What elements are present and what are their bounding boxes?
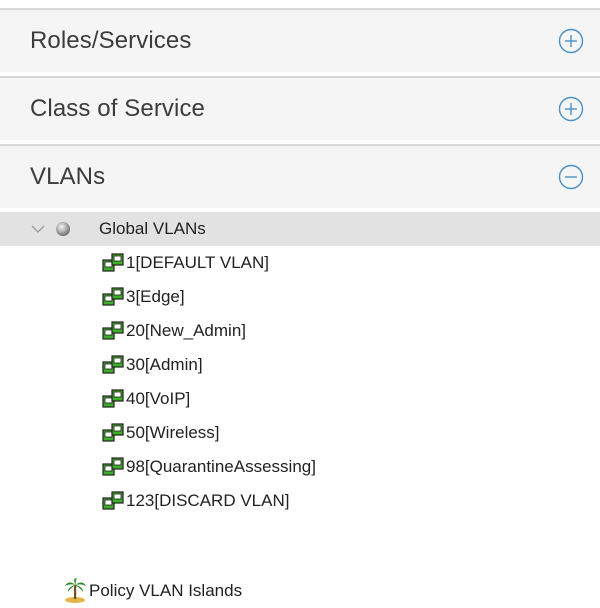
tree-node-label: 1[DEFAULT VLAN] [126, 253, 269, 272]
class-of-service-label: Class of Service [30, 95, 205, 122]
vlan-network-icon [102, 423, 124, 442]
tree-node-vlan[interactable]: 123[DISCARD VLAN] [0, 484, 600, 518]
tree-node-vlan[interactable]: 1[DEFAULT VLAN] [0, 246, 600, 280]
vlan-network-icon [102, 355, 124, 374]
tree-node-policy-vlan-islands[interactable]: Policy VLAN Islands [0, 574, 600, 608]
tree-node-label: 20[New_Admin] [126, 321, 247, 340]
vlan-network-icon [102, 321, 124, 340]
roles-services-label: Roles/Services [30, 27, 192, 54]
tree-node-vlan[interactable]: 20[New_Admin] [0, 314, 600, 348]
tree-node-vlan[interactable]: 50[Wireless] [0, 416, 600, 450]
tree-node-label: 3[Edge] [126, 287, 185, 306]
vlan-network-icon [102, 389, 124, 408]
vlans-label: VLANs [30, 163, 106, 190]
tree-node-vlan[interactable]: 30[Admin] [0, 348, 600, 382]
plus-circle-icon[interactable] [558, 96, 584, 122]
vlan-network-icon [102, 253, 124, 272]
tree-node-label: 123[DISCARD VLAN] [126, 491, 290, 510]
roles-services-header[interactable]: Roles/Services [0, 8, 600, 72]
vlan-network-icon [102, 287, 124, 306]
tree-node-label: 50[Wireless] [126, 423, 220, 442]
plus-circle-icon[interactable] [558, 28, 584, 54]
tree-node-label: 40[VoIP] [126, 389, 191, 408]
tree-node-label: Policy VLAN Islands [89, 581, 243, 600]
vlan-network-icon [102, 491, 124, 510]
gray-sphere-icon [56, 222, 70, 236]
tree-node-vlan[interactable]: 3[Edge] [0, 280, 600, 314]
tree-node-label: 98[QuarantineAssessing] [126, 457, 316, 476]
class-of-service-header[interactable]: Class of Service [0, 76, 600, 140]
vlans-header[interactable]: VLANs [0, 144, 600, 208]
tree-node-global-vlans[interactable]: Global VLANs [0, 212, 600, 246]
palm-tree-island-icon [65, 578, 86, 603]
tree-node-label: 30[Admin] [126, 355, 203, 374]
tree-node-vlan[interactable]: 98[QuarantineAssessing] [0, 450, 600, 484]
vlan-network-icon [102, 457, 124, 476]
chevron-down-icon[interactable] [30, 222, 46, 236]
tree-node-vlan[interactable]: 40[VoIP] [0, 382, 600, 416]
minus-circle-icon[interactable] [558, 164, 584, 190]
policy-tree-panel: Roles/Services Class of Service VLANs Gl… [0, 0, 600, 606]
tree-node-label: Global VLANs [99, 219, 206, 238]
